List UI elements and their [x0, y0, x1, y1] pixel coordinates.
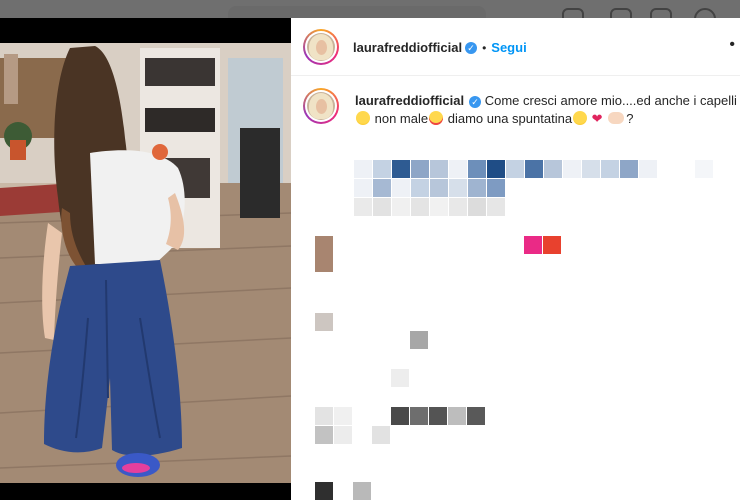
pixelated-comments [315, 160, 713, 500]
post-photo[interactable] [0, 18, 291, 500]
post-details-panel: laurafreddiofficial ✓ • Segui • laurafreddi… [291, 18, 740, 500]
post-image [0, 18, 291, 500]
